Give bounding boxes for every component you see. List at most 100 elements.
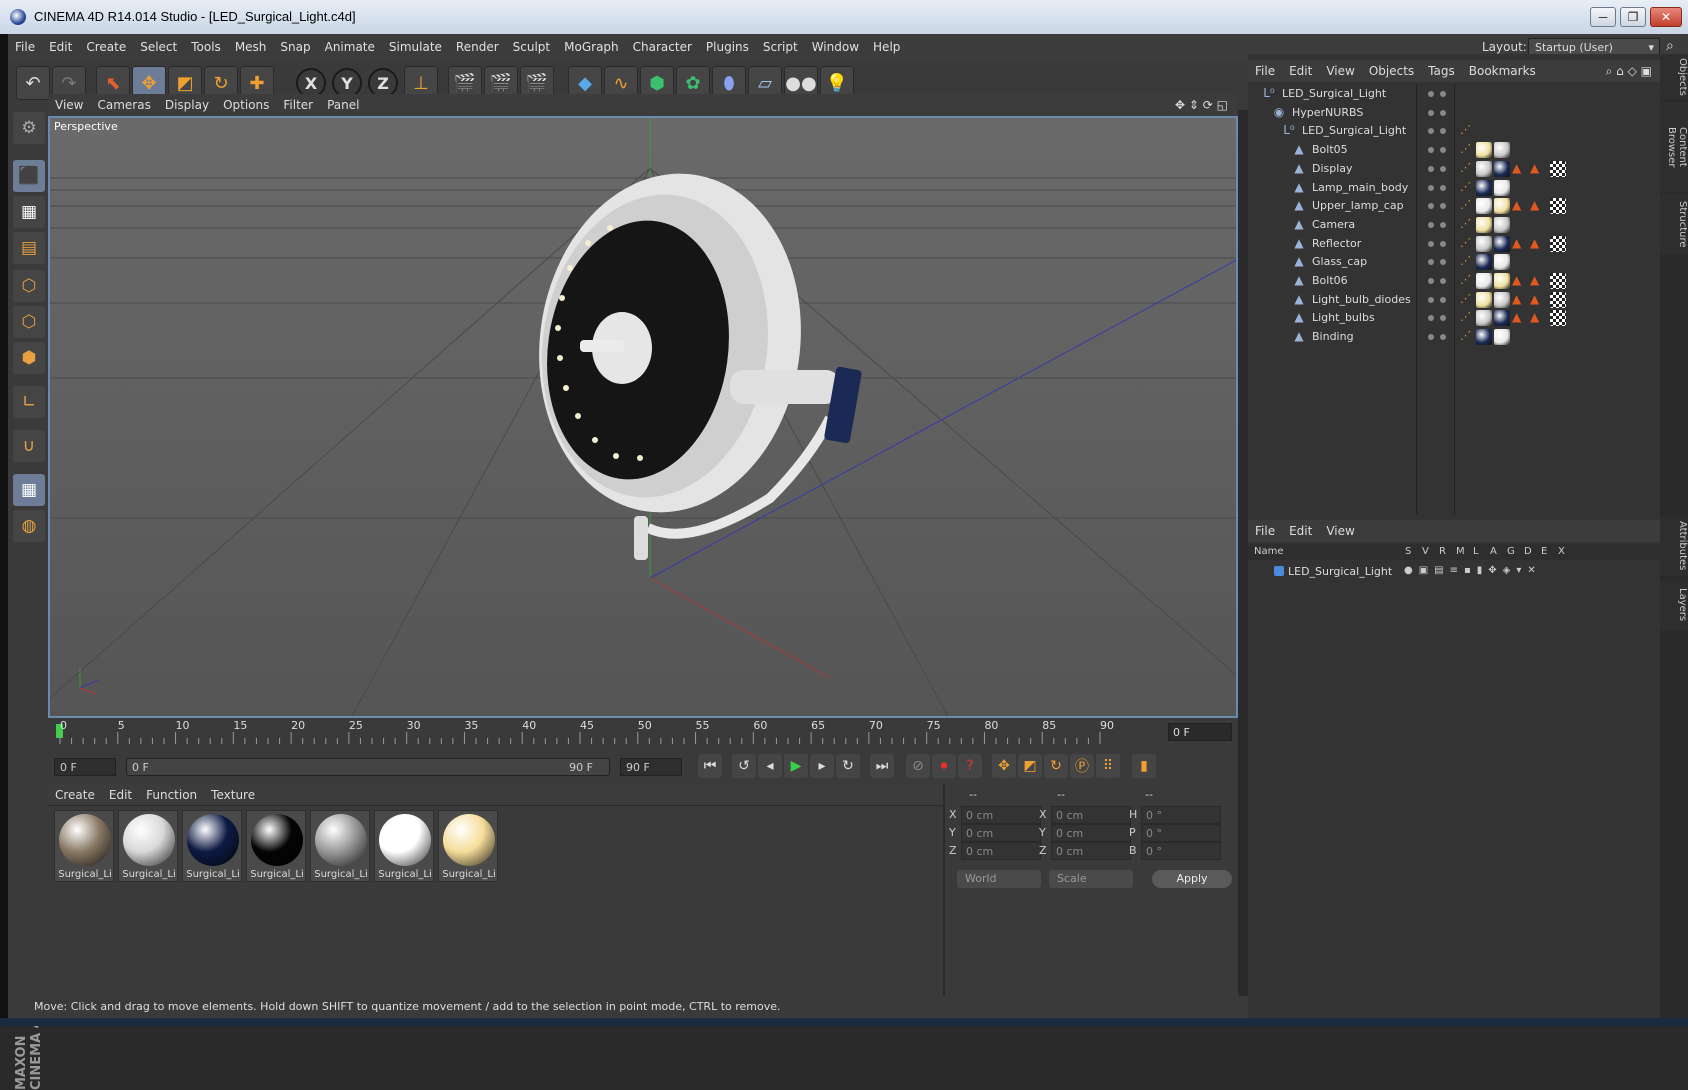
autokey-button[interactable]: ⏺ — [932, 754, 956, 778]
workplane-lock-button[interactable]: ▦ — [13, 474, 45, 506]
menu-edit[interactable]: Edit — [42, 34, 79, 54]
material-thumbnail[interactable]: Surgical_Li — [54, 810, 114, 882]
editor-visibility-dot[interactable] — [1428, 128, 1434, 135]
render-visibility-dot[interactable] — [1440, 334, 1446, 341]
frame-range-slider[interactable]: 0 F 90 F — [126, 758, 610, 776]
editor-visibility-dot[interactable] — [1428, 203, 1434, 210]
render-visibility-dot[interactable] — [1440, 128, 1446, 135]
uvw-tag-icon[interactable]: ▲ — [1512, 292, 1528, 308]
timeline-ruler[interactable]: 0 5 10 15 20 25 30 35 40 45 50 55 60 65 70 75 80 85 90 0 F — [48, 718, 1238, 748]
layermenu-file[interactable]: File — [1248, 520, 1282, 538]
viewport-menu-view[interactable]: View — [48, 94, 90, 112]
next-key-button[interactable]: ↻ — [836, 754, 860, 778]
minimize-button[interactable]: ─ — [1590, 7, 1616, 27]
points-mode-button[interactable]: ⬡ — [13, 270, 45, 302]
soft-selection-button[interactable]: ◍ — [13, 510, 45, 542]
search-icon[interactable]: ⌕ — [1666, 38, 1674, 54]
menu-animate[interactable]: Animate — [318, 34, 382, 54]
editor-visibility-dot[interactable] — [1428, 315, 1434, 322]
object-tree-row[interactable]: ▲ Lamp_main_body ⋰ — [1248, 178, 1648, 198]
next-frame-button[interactable]: ▸ — [810, 754, 834, 778]
previous-key-button[interactable]: ↺ — [732, 754, 756, 778]
coord-value-field[interactable]: 0 cm — [1051, 806, 1131, 824]
editor-visibility-dot[interactable] — [1428, 278, 1434, 284]
render-visibility-dot[interactable] — [1440, 296, 1446, 303]
uvw-tag-icon[interactable]: ▲ — [1512, 198, 1528, 214]
objmenu-bookmarks[interactable]: Bookmarks — [1462, 60, 1543, 78]
render-visibility-dot[interactable] — [1440, 165, 1446, 172]
phong-tag-icon[interactable]: ⋰ — [1460, 198, 1476, 214]
material-tag-icon[interactable] — [1494, 216, 1510, 233]
render-visibility-dot[interactable] — [1440, 278, 1446, 284]
texture-tag-icon[interactable] — [1550, 160, 1566, 177]
layer-row[interactable]: LED_Surgical_Light ●▣▤≡▪▮✥◈▾✕ — [1248, 562, 1648, 582]
object-tree-row[interactable]: ▲ Camera ⋰ — [1248, 215, 1648, 235]
search-home-icons[interactable]: ⌕ ⌂ ◇ ▣ — [1606, 64, 1652, 79]
material-tag-icon[interactable] — [1476, 310, 1492, 327]
coord-value-field[interactable]: 0 cm — [961, 824, 1041, 842]
object-tree-row[interactable]: ▲ Upper_lamp_cap ⋰ ▲ ▲ — [1248, 196, 1648, 216]
material-tag-icon[interactable] — [1494, 179, 1510, 196]
coord-value-field[interactable]: 0 cm — [961, 842, 1041, 860]
tab-structure[interactable]: Structure — [1660, 194, 1688, 254]
phong-tag-icon[interactable]: ⋰ — [1460, 180, 1476, 196]
render-visibility-dot[interactable] — [1440, 240, 1446, 247]
material-thumbnail[interactable]: Surgical_Li — [438, 810, 498, 882]
coord-mode-dropdown[interactable]: Scale — [1049, 870, 1133, 888]
key-rotation-toggle[interactable]: ↻ — [1044, 754, 1068, 778]
phong-tag-icon[interactable]: ⋰ — [1460, 236, 1476, 252]
snapping-button[interactable]: ∪ — [13, 430, 45, 462]
texture-mode-button[interactable]: ▦ — [13, 196, 45, 228]
phong-tag-icon[interactable]: ⋰ — [1460, 292, 1476, 308]
layermenu-view[interactable]: View — [1319, 520, 1361, 538]
uvw-tag-icon[interactable]: ▲ — [1512, 310, 1528, 326]
material-menu-texture[interactable]: Texture — [204, 784, 262, 802]
material-tag-icon[interactable] — [1476, 254, 1492, 271]
render-visibility-dot[interactable] — [1440, 315, 1446, 322]
render-visibility-dot[interactable] — [1440, 184, 1446, 191]
material-tag-icon[interactable] — [1494, 198, 1510, 215]
start-frame-field[interactable]: 0 F — [54, 758, 116, 776]
menu-window[interactable]: Window — [805, 34, 866, 54]
tab-content-browser[interactable]: Content Browser — [1660, 102, 1688, 192]
menu-select[interactable]: Select — [133, 34, 184, 54]
editor-visibility-dot[interactable] — [1428, 259, 1434, 266]
editor-visibility-dot[interactable] — [1428, 296, 1434, 303]
object-tree-row[interactable]: ▲ Bolt05 ⋰ — [1248, 140, 1648, 160]
model-mode-button[interactable]: ⬛ — [13, 160, 45, 192]
key-position-toggle[interactable]: ✥ — [992, 754, 1016, 778]
menu-help[interactable]: Help — [866, 34, 907, 54]
go-to-start-button[interactable]: ⏮ — [698, 754, 722, 778]
key-pla-toggle[interactable]: ⠿ — [1096, 754, 1120, 778]
coord-value-field[interactable]: 0 cm — [961, 806, 1041, 824]
material-tag-icon[interactable] — [1476, 291, 1492, 308]
maximize-button[interactable]: ❐ — [1620, 7, 1646, 27]
key-scale-toggle[interactable]: ◩ — [1018, 754, 1042, 778]
coord-value-field[interactable]: 0 cm — [1051, 842, 1131, 860]
previous-frame-button[interactable]: ◂ — [758, 754, 782, 778]
material-tag-icon[interactable] — [1476, 160, 1492, 177]
objmenu-file[interactable]: File — [1248, 60, 1282, 78]
objmenu-tags[interactable]: Tags — [1421, 60, 1462, 78]
viewport-nav-icons[interactable]: ✥ ⇕ ⟳ ◱ — [1175, 98, 1228, 112]
menu-mesh[interactable]: Mesh — [228, 34, 274, 54]
menu-snap[interactable]: Snap — [273, 34, 317, 54]
material-tag-icon[interactable] — [1476, 142, 1492, 159]
phong-tag-icon[interactable]: ⋰ — [1460, 273, 1476, 289]
apply-button[interactable]: Apply — [1152, 870, 1232, 888]
viewport-menu-cameras[interactable]: Cameras — [90, 94, 157, 112]
object-tree-row[interactable]: ▲ Display ⋰ ▲ ▲ — [1248, 159, 1648, 179]
texture-tag-icon[interactable] — [1550, 273, 1566, 289]
material-tag-icon[interactable] — [1494, 291, 1510, 308]
material-tag-icon[interactable] — [1476, 198, 1492, 215]
material-thumbnail[interactable]: Surgical_Li — [118, 810, 178, 882]
material-thumbnail[interactable]: Surgical_Li — [310, 810, 370, 882]
material-tag-icon[interactable] — [1494, 310, 1510, 327]
tab-layers[interactable]: Layers — [1660, 580, 1688, 630]
material-tag-icon[interactable] — [1494, 329, 1510, 346]
current-frame-field[interactable]: 0 F — [1168, 723, 1232, 741]
editor-visibility-dot[interactable] — [1428, 334, 1434, 341]
material-tag-icon[interactable] — [1476, 216, 1492, 233]
material-thumbnail[interactable]: Surgical_Li — [246, 810, 306, 882]
tab-objects[interactable]: Objects — [1660, 54, 1688, 100]
